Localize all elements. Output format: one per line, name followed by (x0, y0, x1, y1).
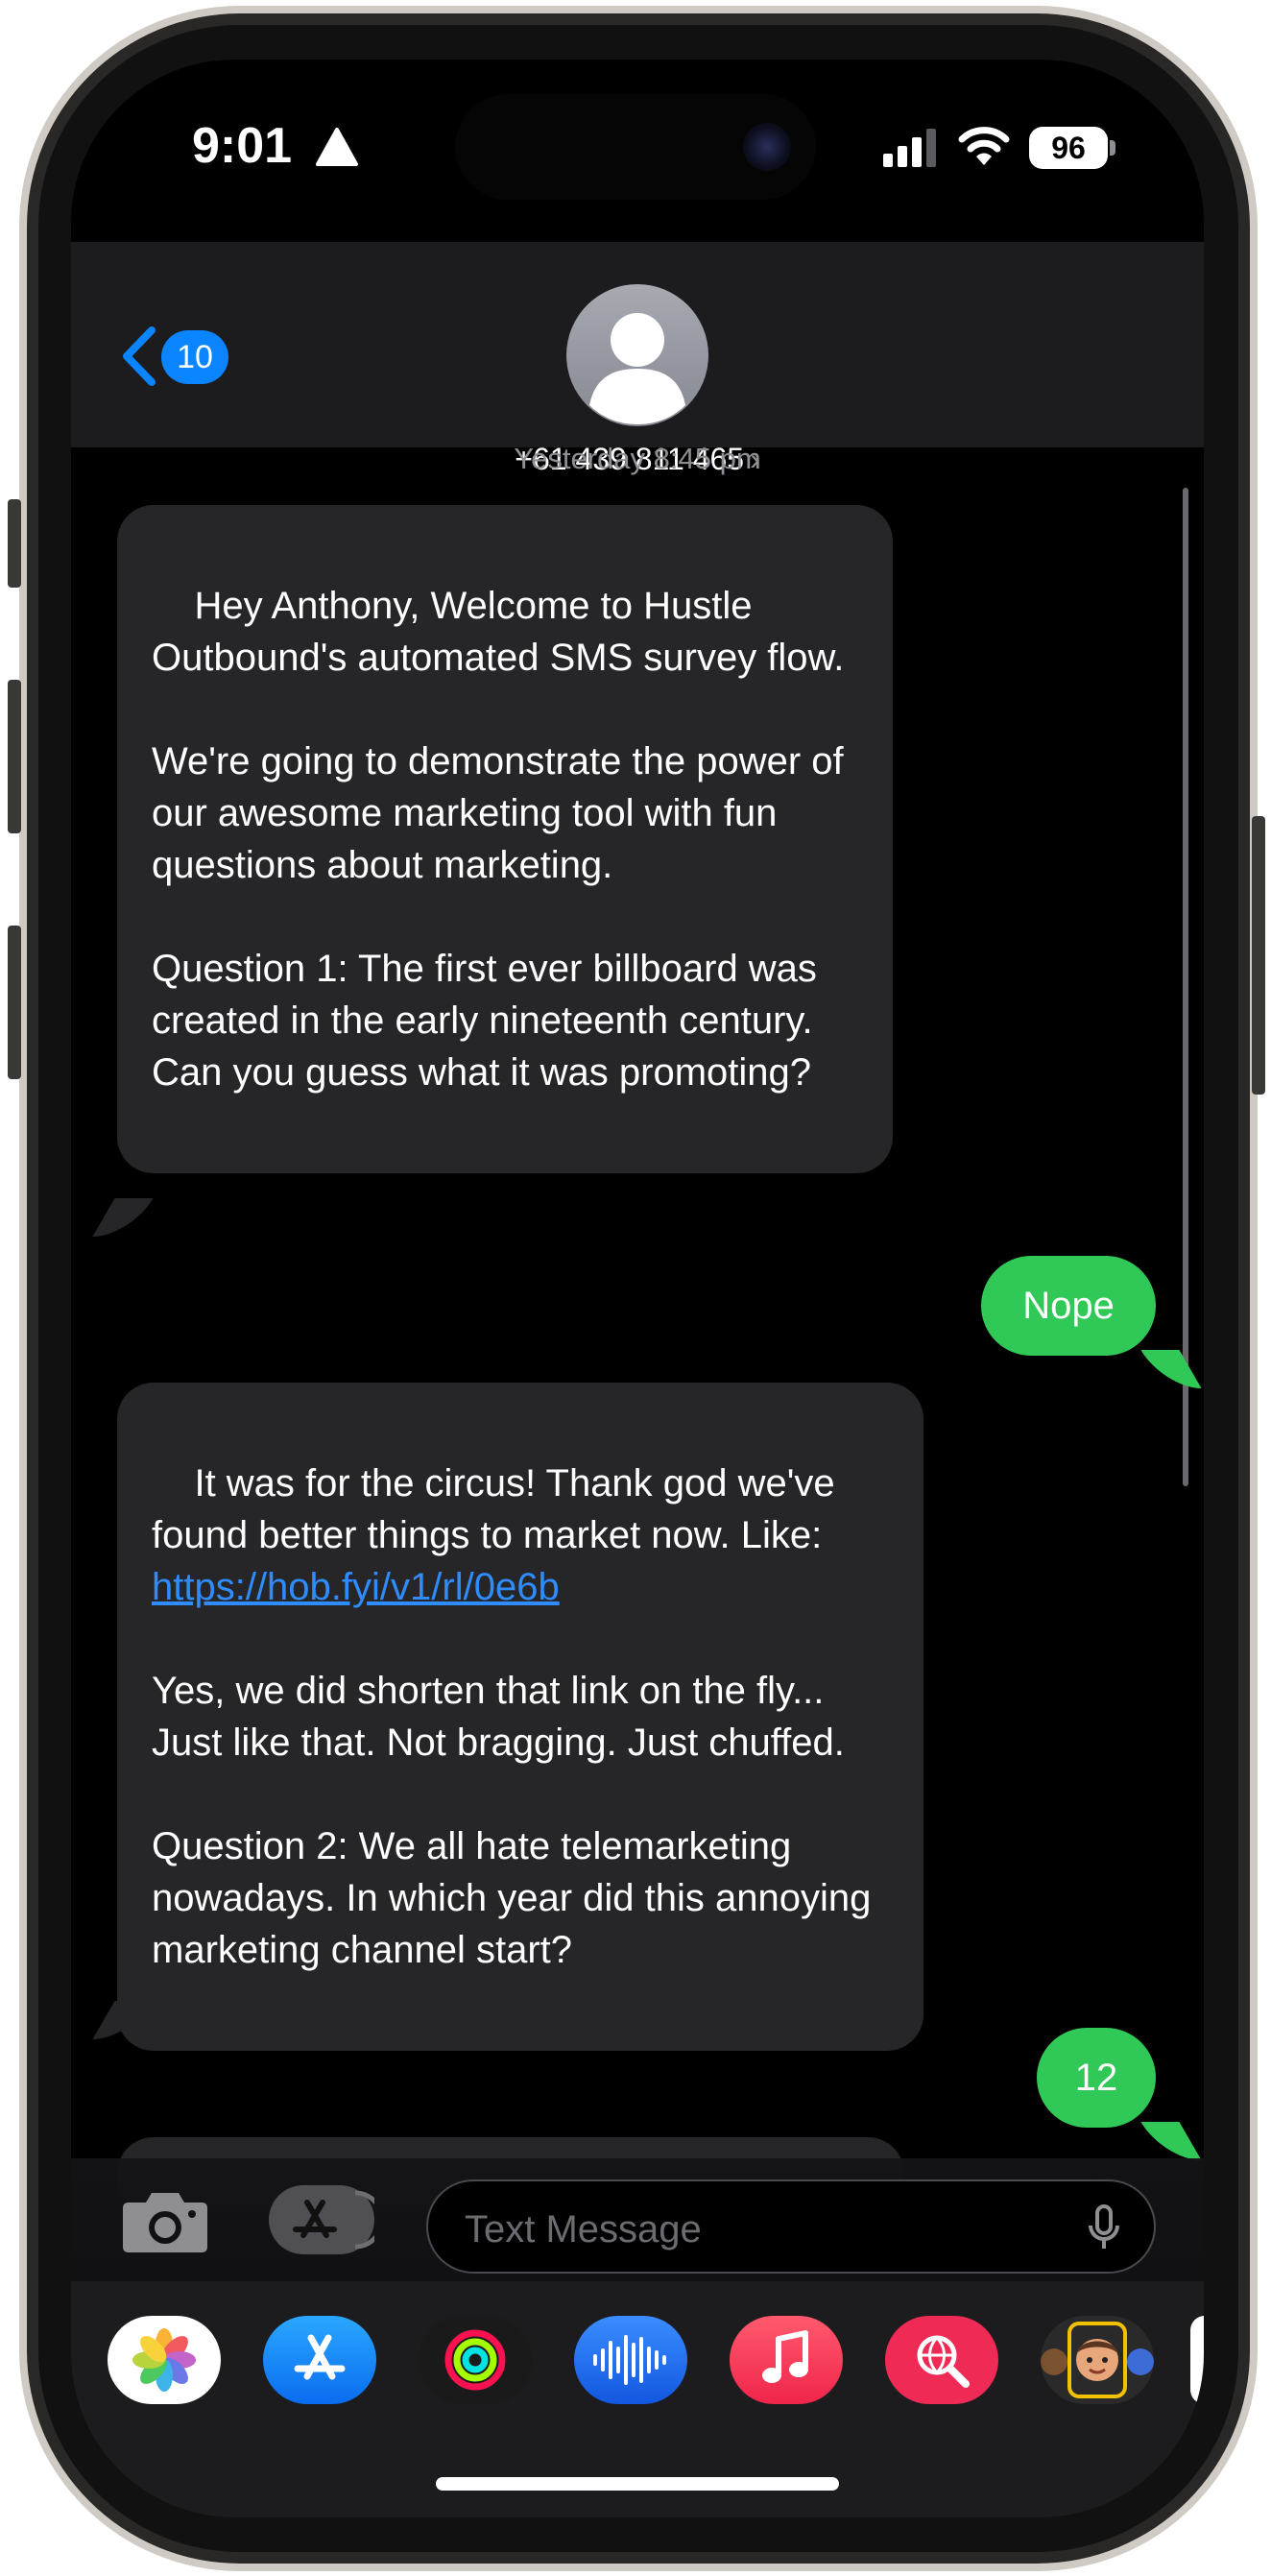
camera-icon[interactable] (121, 2187, 209, 2254)
battery-tip (1110, 140, 1115, 156)
activity-rings-icon (444, 2329, 506, 2391)
more-apps-icon[interactable] (1190, 2316, 1204, 2404)
power-button (1252, 816, 1265, 1095)
message-text: Yes, we did shorten that link on the fly… (152, 1670, 872, 1971)
incoming-message-bubble[interactable]: It was for the circus! Thank god we've f… (117, 1383, 923, 2051)
photos-flower-icon (132, 2328, 196, 2392)
front-camera (743, 123, 791, 171)
bubble-tail (1140, 2122, 1202, 2160)
bubble-tail (92, 1198, 154, 1237)
phone-screen: 9:01 96 10 +61 439 811 465 › Yesterday 8… (71, 60, 1204, 2517)
home-indicator[interactable] (436, 2477, 839, 2491)
message-timestamp: Yesterday 8:45 pm (514, 442, 761, 475)
cellular-signal-icon (883, 129, 936, 167)
shortened-link[interactable]: https://hob.fyi/v1/rl/0e6b (152, 1566, 560, 1608)
incoming-message-bubble[interactable]: Hey Anthony, Welcome to Hustle Outbound'… (117, 505, 893, 1173)
fitness-app-icon[interactable] (419, 2316, 532, 2404)
wifi-icon (958, 127, 1010, 165)
message-text: Hey Anthony, Welcome to Hustle Outbound'… (152, 585, 845, 1094)
music-note-icon (762, 2330, 808, 2383)
app-store-app-icon[interactable] (263, 2316, 376, 2404)
outgoing-message-bubble[interactable]: Nope (981, 1256, 1156, 1356)
outgoing-message-bubble[interactable]: 12 (1037, 2028, 1156, 2128)
music-app-icon[interactable] (730, 2316, 843, 2404)
location-arrow-icon (316, 128, 358, 166)
photos-app-icon[interactable] (108, 2316, 221, 2404)
person-silhouette-icon (589, 313, 685, 424)
message-text: Nope (1022, 1285, 1115, 1327)
bubble-tail (1140, 1350, 1202, 1388)
image-search-app-icon[interactable] (885, 2316, 998, 2404)
contact-avatar[interactable] (566, 284, 708, 426)
apps-button[interactable] (269, 2185, 385, 2254)
waveform-icon (593, 2335, 666, 2385)
back-chevron-icon[interactable] (119, 325, 157, 388)
message-composer: Text Message (71, 2158, 1204, 2281)
action-button (8, 499, 21, 588)
battery-level: 96 (1051, 130, 1086, 165)
memoji-face-icon (1041, 2322, 1154, 2398)
globe-search-icon (917, 2335, 970, 2388)
voice-memos-app-icon[interactable] (574, 2316, 687, 2404)
message-text: It was for the circus! Thank god we've f… (152, 1462, 846, 1556)
memoji-app-icon[interactable] (1041, 2316, 1154, 2404)
app-store-icon (293, 2190, 385, 2250)
message-text: 12 (1074, 2057, 1118, 2099)
conversation-header: 10 +61 439 811 465 › (71, 242, 1204, 476)
scrollbar[interactable] (1183, 488, 1188, 1486)
volume-down-button (8, 926, 21, 1079)
battery-indicator: 96 (1029, 127, 1108, 169)
message-input[interactable]: Text Message (426, 2179, 1156, 2274)
status-time: 9:01 (192, 118, 293, 174)
volume-up-button (8, 680, 21, 833)
app-store-a-icon (294, 2334, 346, 2380)
input-placeholder: Text Message (465, 2208, 702, 2251)
unread-count-badge[interactable]: 10 (161, 330, 228, 384)
microphone-icon[interactable] (1087, 2204, 1121, 2252)
